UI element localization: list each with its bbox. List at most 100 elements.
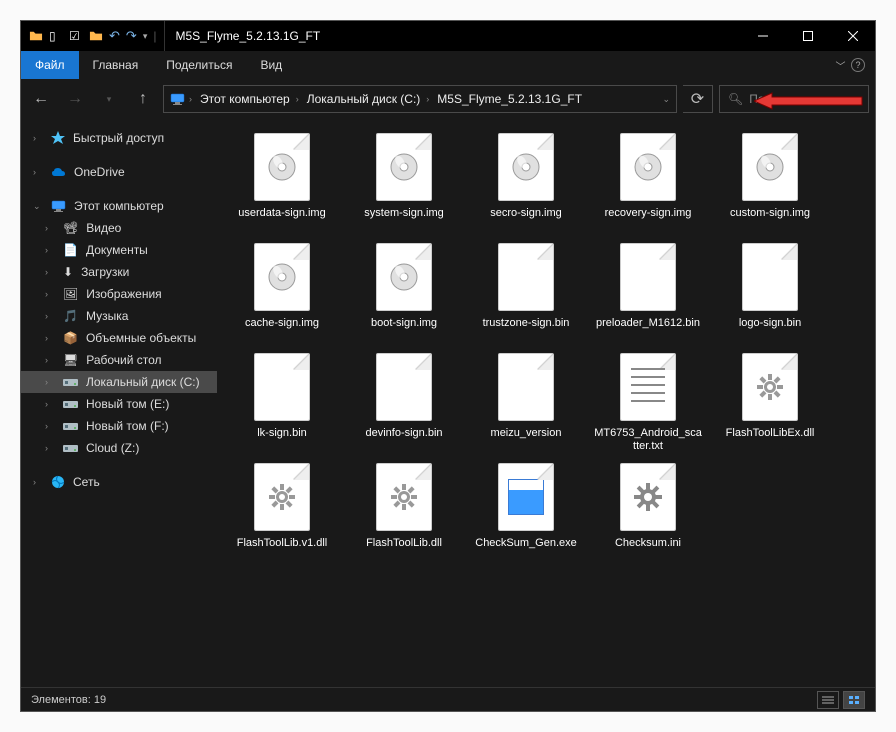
file-item[interactable]: FlashToolLib.v1.dll — [221, 459, 343, 569]
file-name: CheckSum_Gen.exe — [475, 537, 577, 550]
file-item[interactable]: system-sign.img — [343, 129, 465, 239]
sidebar-item-label: Новый том (F:) — [86, 419, 169, 433]
sidebar-item[interactable]: ›📦Объемные объекты — [21, 327, 217, 349]
refresh-button[interactable]: ⟳ — [683, 85, 713, 113]
sidebar-item[interactable]: ›🎵Музыка — [21, 305, 217, 327]
file-thumb — [376, 353, 432, 421]
file-item[interactable]: boot-sign.img — [343, 239, 465, 349]
file-thumb — [742, 243, 798, 311]
file-item[interactable]: MT6753_Android_scatter.txt — [587, 349, 709, 459]
folder-icon — [29, 29, 43, 43]
qat-redo-icon[interactable]: ↷ — [126, 28, 137, 44]
file-thumb — [376, 133, 432, 201]
close-button[interactable] — [830, 21, 875, 51]
file-item[interactable]: custom-sign.img — [709, 129, 831, 239]
nav-forward-button[interactable]: → — [61, 85, 89, 113]
qat-undo-icon[interactable]: ↶ — [109, 28, 120, 44]
file-item[interactable]: lk-sign.bin — [221, 349, 343, 459]
drive-icon — [63, 376, 78, 389]
sidebar-drive[interactable]: ›Новый том (E:) — [21, 393, 217, 415]
folder-icon: 📄 — [63, 243, 78, 257]
sidebar-onedrive[interactable]: ›OneDrive — [21, 161, 217, 183]
file-thumb — [376, 463, 432, 531]
file-name: devinfo-sign.bin — [365, 427, 442, 440]
file-name: FlashToolLib.dll — [366, 537, 442, 550]
file-name: FlashToolLibEx.dll — [726, 427, 815, 440]
sidebar-item[interactable]: ›⬇Загрузки — [21, 261, 217, 283]
sidebar-drive[interactable]: ›Cloud (Z:) — [21, 437, 217, 459]
qat-properties-icon[interactable]: ▯ — [49, 29, 63, 43]
sidebar-item-label: Загрузки — [81, 265, 129, 279]
file-thumb — [254, 243, 310, 311]
file-thumb — [742, 353, 798, 421]
sidebar-item[interactable]: ›📄Документы — [21, 239, 217, 261]
minimize-button[interactable] — [740, 21, 785, 51]
addr-chevron-icon[interactable]: ⌄ — [662, 94, 670, 105]
tab-home[interactable]: Главная — [79, 51, 153, 79]
sidebar-item-label: Локальный диск (C:) — [86, 375, 200, 389]
file-item[interactable]: FlashToolLibEx.dll — [709, 349, 831, 459]
file-name: MT6753_Android_scatter.txt — [593, 427, 703, 453]
breadcrumb: M5S_Flyme_5.2.13.1G_FT — [433, 92, 586, 106]
file-item[interactable]: userdata-sign.img — [221, 129, 343, 239]
view-icons-button[interactable] — [843, 691, 865, 709]
file-thumb — [254, 353, 310, 421]
tab-share[interactable]: Поделиться — [152, 51, 246, 79]
file-thumb — [498, 243, 554, 311]
sidebar-item-label: Изображения — [86, 287, 161, 301]
pc-icon — [51, 200, 66, 212]
file-name: logo-sign.bin — [739, 317, 801, 330]
file-thumb — [620, 463, 676, 531]
sidebar-drive[interactable]: ›Новый том (F:) — [21, 415, 217, 437]
file-name: cache-sign.img — [245, 317, 319, 330]
sidebar-network[interactable]: ›Сеть — [21, 471, 217, 493]
maximize-button[interactable] — [785, 21, 830, 51]
file-item[interactable]: devinfo-sign.bin — [343, 349, 465, 459]
file-thumb — [254, 133, 310, 201]
star-icon — [51, 131, 65, 145]
sidebar-this-pc[interactable]: ⌄Этот компьютер — [21, 195, 217, 217]
search-icon: 🔍︎ — [728, 92, 743, 106]
sidebar-item[interactable]: ›🖼Изображения — [21, 283, 217, 305]
address-bar[interactable]: › Этот компьютер› Локальный диск (C:)› M… — [163, 85, 677, 113]
nav-up-button[interactable]: ↑ — [129, 85, 157, 113]
nav-back-button[interactable]: ← — [27, 85, 55, 113]
file-item[interactable]: FlashToolLib.dll — [343, 459, 465, 569]
file-item[interactable]: logo-sign.bin — [709, 239, 831, 349]
folder-icon: 🎵 — [63, 309, 78, 323]
sidebar-item-label: Новый том (E:) — [86, 397, 169, 411]
file-thumb — [376, 243, 432, 311]
file-grid[interactable]: userdata-sign.img system-sign.img secro-si… — [217, 119, 875, 687]
qat-select-icon[interactable]: ☑ — [69, 29, 83, 43]
search-input[interactable]: 🔍︎ Поиск... — [719, 85, 869, 113]
file-item[interactable]: Checksum.ini — [587, 459, 709, 569]
nav-history-chevron-icon[interactable]: ▾ — [95, 85, 123, 113]
file-thumb — [254, 463, 310, 531]
tab-view[interactable]: Вид — [246, 51, 296, 79]
file-item[interactable]: cache-sign.img — [221, 239, 343, 349]
file-item[interactable]: recovery-sign.img — [587, 129, 709, 239]
sidebar-drive[interactable]: ›Локальный диск (C:) — [21, 371, 217, 393]
file-item[interactable]: trustzone-sign.bin — [465, 239, 587, 349]
file-name: preloader_M1612.bin — [596, 317, 700, 330]
breadcrumb: Локальный диск (C:)› — [303, 92, 434, 106]
sidebar-item[interactable]: ›🖥Рабочий стол — [21, 349, 217, 371]
file-item[interactable]: secro-sign.img — [465, 129, 587, 239]
ribbon-expand-icon[interactable]: ﹀ ? — [825, 51, 875, 79]
sidebar-item-label: Cloud (Z:) — [86, 441, 139, 455]
sidebar-item-label: Документы — [86, 243, 148, 257]
explorer-window: ▯ ☑ ↶ ↷ ▾ | M5S_Flyme_5.2.13.1G_FT Файл … — [20, 20, 876, 712]
file-item[interactable]: meizu_version — [465, 349, 587, 459]
qat-new-folder-icon[interactable] — [89, 29, 103, 43]
cloud-icon — [51, 167, 66, 177]
sidebar-item[interactable]: ›📽Видео — [21, 217, 217, 239]
sidebar-quick-access[interactable]: ›Быстрый доступ — [21, 127, 217, 149]
qat-chevron-icon[interactable]: ▾ — [143, 31, 148, 42]
file-item[interactable]: CheckSum_Gen.exe — [465, 459, 587, 569]
file-thumb — [620, 243, 676, 311]
file-name: userdata-sign.img — [238, 207, 325, 220]
tab-file[interactable]: Файл — [21, 51, 79, 79]
file-item[interactable]: preloader_M1612.bin — [587, 239, 709, 349]
file-name: secro-sign.img — [490, 207, 562, 220]
view-details-button[interactable] — [817, 691, 839, 709]
